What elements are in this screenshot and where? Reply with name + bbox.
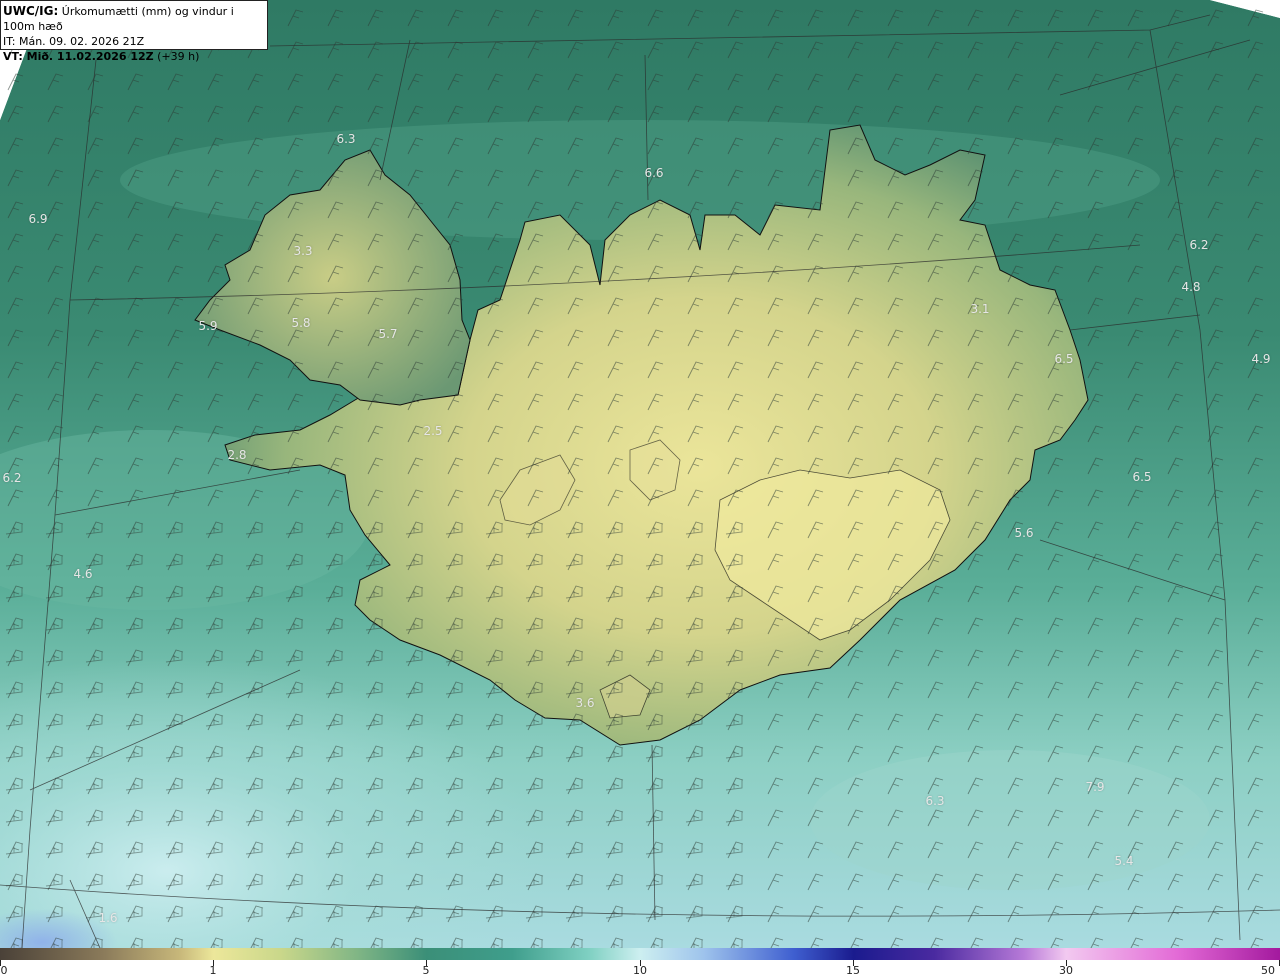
value-label: 5.9: [198, 319, 218, 333]
value-label: 6.5: [1054, 352, 1074, 366]
value-label: 4.6: [73, 567, 93, 581]
value-label: 2.5: [423, 424, 443, 438]
value-label: 6.3: [925, 794, 945, 808]
valid-time-line: VT: Mið. 11.02.2026 12Z (+39 h): [3, 49, 267, 64]
colorbar-tick-label: 5: [422, 964, 430, 977]
initial-time: IT: Mán. 09. 02. 2026 21Z: [3, 35, 145, 48]
model-label: UWC/IG:: [3, 4, 59, 18]
value-label: 2.8: [227, 448, 247, 462]
value-label: 6.2: [1189, 238, 1209, 252]
valid-time: VT: Mið. 11.02.2026 12Z: [3, 50, 154, 63]
colorbar-gradient: [0, 948, 1280, 960]
colorbar: 0 1 5 10 15 30 50: [0, 948, 1280, 978]
value-label: 3.1: [970, 302, 990, 316]
value-label: 1.6: [98, 911, 118, 925]
value-label: 6.6: [644, 166, 664, 180]
colorbar-tick-label: 0: [0, 964, 8, 977]
value-label: 6.9: [28, 212, 48, 226]
value-label: 5.4: [1114, 854, 1134, 868]
title-line: UWC/IG: Úrkomumætti (mm) og vindur i 100…: [3, 4, 267, 34]
colorbar-tick-label: 30: [1059, 964, 1073, 977]
value-label: 4.9: [1251, 352, 1271, 366]
colorbar-tick-label: 50: [1261, 964, 1275, 977]
value-label: 5.7: [378, 327, 398, 341]
value-label: 5.8: [291, 316, 311, 330]
colorbar-tick-label: 1: [209, 964, 217, 977]
value-label: 4.8: [1181, 280, 1201, 294]
value-label: 3.3: [293, 244, 313, 258]
forecast-info-box: UWC/IG: Úrkomumætti (mm) og vindur i 100…: [0, 0, 268, 63]
precipitation-map[interactable]: [0, 0, 1280, 948]
value-label: 3.6: [575, 696, 595, 710]
colorbar-tick-label: 10: [633, 964, 647, 977]
value-label: 6.5: [1132, 470, 1152, 484]
colorbar-tick-label: 15: [846, 964, 860, 977]
value-label: 6.3: [336, 132, 356, 146]
value-label: 7.9: [1085, 780, 1105, 794]
map-canvas: [0, 0, 1280, 948]
value-label: 5.6: [1014, 526, 1034, 540]
forecast-hour: (+39 h): [157, 50, 200, 63]
value-label: 6.2: [2, 471, 22, 485]
